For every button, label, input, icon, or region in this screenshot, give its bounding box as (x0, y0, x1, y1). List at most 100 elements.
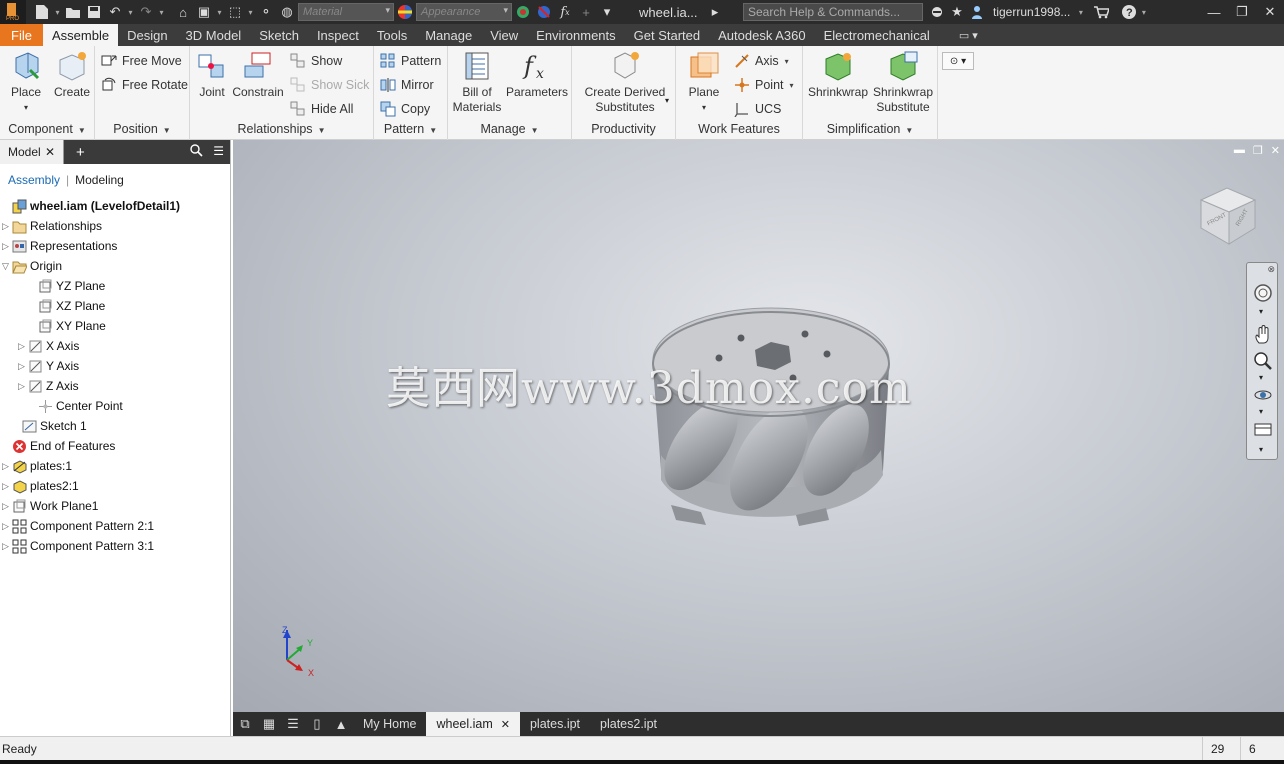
shrinkwrap-substitute-button[interactable]: Shrinkwrap Substitute (871, 50, 935, 115)
inventor-logo-icon[interactable]: PRO (0, 0, 26, 24)
sign-in-icon[interactable]: ⛔︎ (927, 2, 947, 22)
appearance-combo[interactable]: Appearance ▾ (416, 3, 512, 21)
look-at-icon[interactable] (1253, 419, 1273, 439)
redo-icon[interactable]: ↷ (136, 2, 156, 22)
new-file-icon[interactable] (32, 2, 52, 22)
appearance-icon[interactable] (395, 2, 415, 22)
steering-wheel-icon[interactable] (1253, 283, 1273, 303)
zoom-icon[interactable] (1253, 351, 1273, 371)
menu-icon[interactable]: ☰ (213, 144, 224, 160)
tab-autodesk-a360[interactable]: Autodesk A360 (709, 24, 814, 46)
adjust-appearance-icon[interactable] (513, 2, 533, 22)
open-folder-icon[interactable] (63, 2, 83, 22)
close-icon[interactable]: ✕ (1271, 144, 1280, 157)
tab-view[interactable]: View (481, 24, 527, 46)
user-dropdown-icon[interactable]: ▾ (1076, 8, 1085, 17)
expand-arrow-icon[interactable]: ▷ (2, 541, 12, 552)
clear-appearance-icon[interactable] (534, 2, 554, 22)
projects-icon[interactable]: ▣ (194, 2, 214, 22)
cascade-windows-icon[interactable]: ⧉ (233, 712, 257, 736)
chevron-down-icon[interactable]: ▾ (1259, 373, 1263, 382)
expand-arrow-icon[interactable]: ▷ (18, 361, 28, 372)
graphics-window[interactable]: ▬ ❐ ✕ FRONT RIGHT ⊗ ▾ ▾ ▾ ▾ 莫西网www.3dmox… (233, 140, 1284, 712)
tree-node[interactable]: XY Plane (28, 316, 106, 336)
tree-node[interactable]: Sketch 1 (12, 416, 87, 436)
home-icon[interactable]: ⌂ (173, 2, 193, 22)
doc-tab-my-home[interactable]: My Home (353, 712, 426, 736)
close-icon[interactable]: ✕ (501, 718, 510, 731)
panel-manage-label[interactable]: Manage ▼ (448, 120, 571, 138)
user-icon[interactable] (967, 2, 987, 22)
chevron-down-icon[interactable]: ▾ (1259, 307, 1263, 316)
cart-icon[interactable] (1091, 2, 1111, 22)
doc-tab-wheel-iam[interactable]: wheel.iam ✕ (426, 712, 520, 736)
redo-dropdown-icon[interactable]: ▾ (157, 8, 166, 17)
show-sick-button[interactable]: Show Sick (290, 74, 369, 96)
pan-hand-icon[interactable] (1253, 325, 1273, 345)
plus-icon[interactable]: + (576, 2, 596, 22)
tab-sketch[interactable]: Sketch (250, 24, 308, 46)
point-button[interactable]: Point ▾ (734, 74, 794, 96)
tab-assemble[interactable]: Assemble (43, 24, 119, 46)
chevron-up-icon[interactable]: ▲ (329, 712, 353, 736)
expand-arrow-icon[interactable]: ▷ (2, 241, 12, 252)
expand-arrow-icon[interactable]: ▷ (2, 481, 12, 492)
expand-arrow-icon[interactable]: ▷ (18, 381, 28, 392)
bill-of-materials-button[interactable]: Bill of Materials (450, 50, 504, 115)
doc-tab-plates-ipt[interactable]: plates.ipt (520, 712, 590, 736)
chevron-right-icon[interactable]: ▸ (705, 2, 725, 22)
shrinkwrap-button[interactable]: Shrinkwrap (807, 50, 869, 100)
help-dropdown-icon[interactable]: ▾ (1139, 8, 1148, 17)
tab-inspect[interactable]: Inspect (308, 24, 368, 46)
tree-node[interactable]: End of Features (2, 436, 115, 456)
tab-get-started[interactable]: Get Started (625, 24, 709, 46)
chevron-down-icon[interactable]: ▾ (665, 96, 669, 105)
tree-node[interactable]: ▽ Origin (2, 256, 62, 276)
update-icon[interactable]: ⚬ (256, 2, 276, 22)
panel-relationships-label[interactable]: Relationships ▼ (190, 120, 373, 138)
close-icon[interactable]: ✕ (45, 140, 55, 164)
tree-node[interactable]: ▷ Relationships (2, 216, 102, 236)
create-button[interactable]: Create (52, 50, 92, 100)
help-icon[interactable]: ? (1119, 2, 1139, 22)
arrange-horizontal-icon[interactable]: ☰ (281, 712, 305, 736)
tree-node[interactable]: ▷ Component Pattern 2:1 (2, 516, 154, 536)
pattern-button[interactable]: Pattern (380, 50, 441, 72)
tab-options-icon[interactable]: ▭ ▾ (959, 24, 978, 46)
tree-node[interactable]: ▷ Work Plane1 (2, 496, 98, 516)
material-combo[interactable]: Material ▾ (298, 3, 394, 21)
fx-icon[interactable]: fx (555, 2, 575, 22)
tree-node[interactable]: ▷ X Axis (18, 336, 79, 356)
tab-model[interactable]: Model ✕ (0, 140, 64, 164)
undo-dropdown-icon[interactable]: ▾ (126, 8, 135, 17)
new-dropdown-icon[interactable]: ▾ (53, 8, 62, 17)
chevron-down-icon[interactable]: ▾ (1259, 445, 1263, 454)
expand-arrow-icon[interactable]: ▷ (2, 521, 12, 532)
tab-electromechanical[interactable]: Electromechanical (815, 24, 939, 46)
tab-environments[interactable]: Environments (527, 24, 624, 46)
tree-node[interactable]: wheel.iam (LevelofDetail1) (2, 196, 180, 216)
parameters-button[interactable]: fx Parameters (506, 50, 568, 100)
doc-tab-plates2-ipt[interactable]: plates2.ipt (590, 712, 667, 736)
free-move-button[interactable]: Free Move (101, 50, 182, 72)
panel-pattern-label[interactable]: Pattern ▼ (374, 120, 447, 138)
modeling-mode-link[interactable]: Modeling (75, 173, 124, 187)
restore-icon[interactable]: ❐ (1228, 0, 1256, 24)
create-derived-substitutes-button[interactable]: Create Derived Substitutes (580, 50, 670, 115)
add-browser-icon[interactable]: + (76, 144, 85, 161)
tree-node[interactable]: ▷ Z Axis (18, 376, 79, 396)
place-button[interactable]: Place ▾ (6, 50, 46, 115)
panel-position-label[interactable]: Position ▼ (95, 120, 189, 138)
plane-button[interactable]: Plane ▾ (684, 50, 724, 115)
panel-component-label[interactable]: Component ▼ (0, 120, 94, 138)
projects-dropdown-icon[interactable]: ▾ (215, 8, 224, 17)
save-icon[interactable] (84, 2, 104, 22)
hide-all-button[interactable]: Hide All (290, 98, 353, 120)
ucs-button[interactable]: UCS (734, 98, 781, 120)
close-icon[interactable]: ✕ (1256, 0, 1284, 24)
tree-node[interactable]: Center Point (28, 396, 123, 416)
free-rotate-button[interactable]: Free Rotate (101, 74, 188, 96)
tree-node[interactable]: XZ Plane (28, 296, 105, 316)
axis-button[interactable]: Axis ▾ (734, 50, 789, 72)
tab-3d-model[interactable]: 3D Model (177, 24, 251, 46)
